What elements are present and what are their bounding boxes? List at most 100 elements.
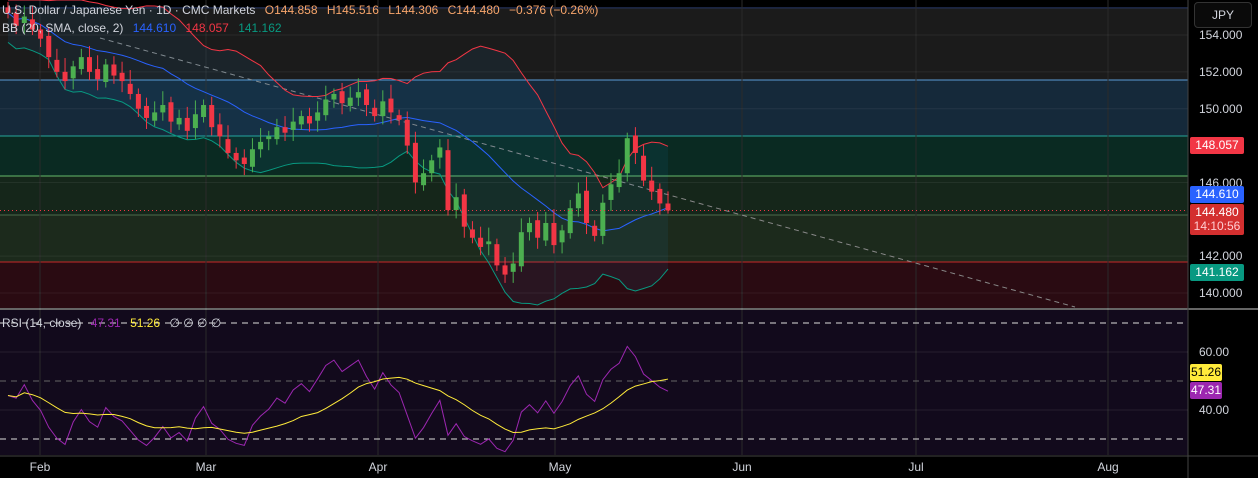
price-tick: 142.000 [1199,249,1243,263]
bb-label: BB (20, SMA, close, 2) [2,21,124,35]
bar-countdown: 14:10:56 [1193,219,1241,233]
month-label: Mar [195,460,217,474]
candle-body [641,155,647,181]
candle-body [103,64,109,82]
candle-body [225,139,231,153]
candle-body [592,225,598,236]
month-label: Jun [732,460,752,474]
candle-body [306,116,312,124]
candle-body [258,141,264,150]
candle-body [388,98,394,113]
rsi-label: RSI (14, close) [2,316,82,330]
candle-body [298,116,304,125]
currency-button[interactable]: JPY [1194,2,1252,28]
month-label: Aug [1097,460,1119,474]
change-value: −0.376 (−0.26%) [509,3,599,17]
candle-body [421,173,427,186]
candle-body [584,190,590,223]
candle-body [478,237,484,247]
candle-body [184,117,190,131]
candle-body [380,101,386,117]
bb-upper-tag: 148.057 [1190,137,1244,154]
month-label: Jul [908,460,924,474]
candle-body [396,115,402,120]
candle-body [339,91,345,104]
candle-body [616,173,622,188]
candle-body [526,222,532,233]
rsi-ma-tag: 51.26 [1190,364,1222,381]
candle-body [290,121,296,130]
candle-body [241,157,247,165]
candle-body [559,230,565,243]
candle-body [323,99,329,116]
rsi-tick: 60.00 [1199,345,1230,359]
candle-body [372,107,378,117]
candle-body [429,160,435,174]
month-label: Feb [29,460,51,474]
candle-body [624,138,630,174]
candle-body [70,66,76,79]
last-price: 144.480 [1195,205,1239,219]
bb-lower-value: 141.162 [238,21,282,35]
candle-body [437,147,443,158]
price-tick: 140.000 [1199,286,1243,300]
candle-body [347,97,353,106]
candle-body [412,142,418,183]
rsi-value: 47.31 [90,316,121,330]
candle-body [176,117,182,125]
candle-body [95,69,101,80]
candle-body [160,105,166,113]
rsi-tag: 47.31 [1190,382,1222,399]
bb-legend[interactable]: BB (20, SMA, close, 2) 144.610 148.057 1… [2,21,288,35]
high-value: H145.516 [326,3,379,17]
candle-body [657,188,663,204]
price-chart[interactable] [0,0,1258,478]
month-label: Apr [368,460,388,474]
bb-lower-tag: 141.162 [1190,264,1244,281]
chart-window: U.S. Dollar / Japanese Yen · 1D · CMC Ma… [0,0,1258,478]
candle-body [127,83,133,94]
price-tick: 152.000 [1199,65,1243,79]
candle-body [274,127,280,140]
candle-body [46,35,52,58]
candle-body [632,135,638,153]
rsi-extra-values: ∅ ∅ ∅ ∅ [169,316,222,330]
candle-body [192,114,198,129]
close-value: C144.480 [447,3,500,17]
bb-upper-value: 148.057 [185,21,229,35]
candle-body [575,193,581,209]
candle-body [119,72,125,82]
candle-body [453,197,459,211]
candle-body [331,93,337,100]
candle-body [282,127,288,133]
candle-body [502,265,508,275]
candle-body [62,71,68,82]
rsi-legend[interactable]: RSI (14, close) 47.31 51.26 ∅ ∅ ∅ ∅ [2,316,227,330]
candle-body [543,222,549,241]
candle-body [510,263,516,272]
candle-body [78,57,84,70]
candle-body [600,202,606,236]
symbol-legend: U.S. Dollar / Japanese Yen · 1D · CMC Ma… [2,3,604,17]
candle-body [168,102,174,122]
candle-body [469,229,475,238]
bb-basis-value: 144.610 [132,21,177,35]
candle-body [249,149,255,167]
candle-body [567,208,573,234]
candle-body [54,59,60,72]
candle-body [535,220,541,238]
candle-body [315,112,321,121]
symbol-title[interactable]: U.S. Dollar / Japanese Yen · 1D · CMC Ma… [2,3,255,17]
zone-band [0,135,1188,176]
candle-body [86,57,92,72]
month-label: May [548,460,572,474]
candle-body [665,203,671,211]
candle-body [486,241,492,245]
candle-body [152,112,158,121]
last-price-tag: 144.480 14:10:56 [1190,204,1244,235]
open-value: O144.858 [264,3,318,17]
candle-body [233,152,239,161]
candle-body [518,232,524,267]
candle-body [445,150,451,211]
candle-body [355,92,361,98]
